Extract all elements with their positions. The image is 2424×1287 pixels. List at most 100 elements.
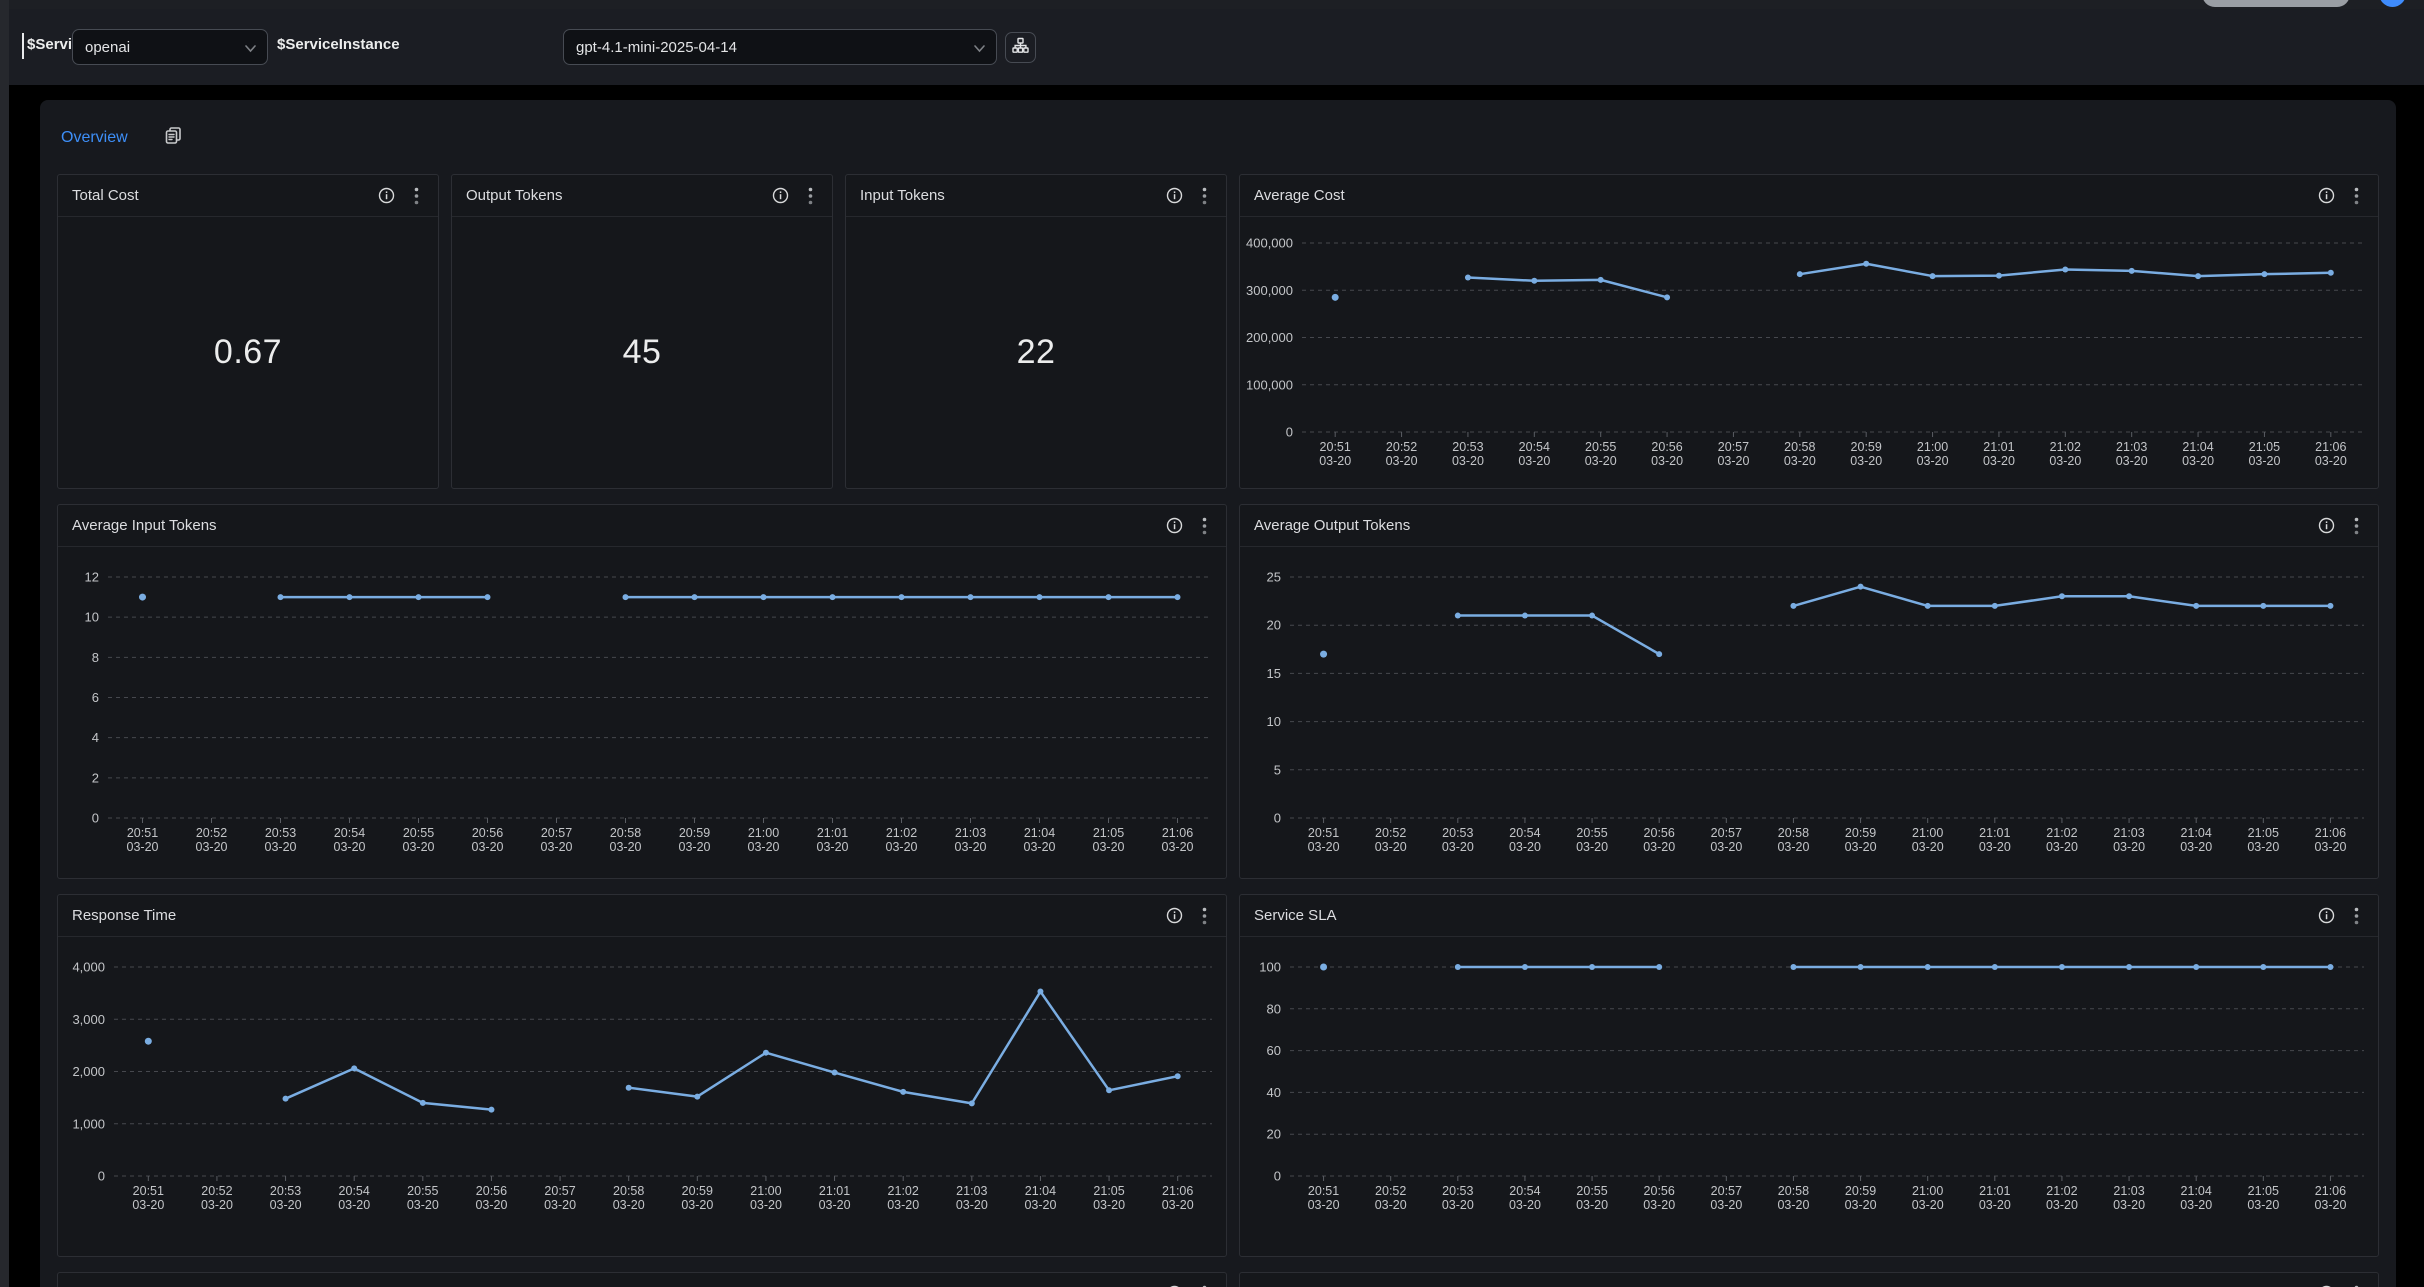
average-output-tokens-chart[interactable]: 252015105020:5103-2020:5203-2020:5303-20… (1240, 547, 2378, 878)
info-icon[interactable] (2316, 186, 2336, 206)
kebab-menu-icon[interactable] (406, 186, 426, 206)
stat-value: 0.67 (214, 333, 282, 372)
info-icon[interactable] (376, 186, 396, 206)
svg-text:20:57: 20:57 (1711, 1184, 1742, 1198)
svg-text:100,000: 100,000 (1246, 377, 1293, 392)
panel-title: Service SLA (1254, 907, 2316, 924)
svg-text:03-20: 03-20 (2247, 840, 2279, 854)
topology-button[interactable] (1005, 32, 1036, 63)
svg-text:20:51: 20:51 (1308, 826, 1339, 840)
svg-text:20:56: 20:56 (1644, 826, 1675, 840)
svg-text:03-20: 03-20 (127, 840, 159, 854)
average-input-tokens-chart[interactable]: 12108642020:5103-2020:5203-2020:5303-202… (58, 547, 1226, 878)
svg-text:21:02: 21:02 (2050, 440, 2081, 454)
svg-text:03-20: 03-20 (270, 1198, 302, 1212)
svg-text:03-20: 03-20 (338, 1198, 370, 1212)
kebab-menu-icon[interactable] (2346, 1284, 2366, 1287)
tab-overview[interactable]: Overview (61, 129, 128, 147)
kebab-menu-icon[interactable] (1194, 906, 1214, 926)
kebab-menu-icon[interactable] (1194, 1284, 1214, 1287)
info-icon[interactable] (1164, 186, 1184, 206)
svg-text:03-20: 03-20 (1979, 840, 2011, 854)
collapsed-sidebar[interactable] (0, 0, 9, 1287)
kebab-menu-icon[interactable] (800, 186, 820, 206)
breadcrumb-link-host[interactable]: Virtual GenAI Host (57, 0, 181, 4)
panel-header: Service SLA (1240, 895, 2378, 937)
info-icon[interactable] (1164, 1284, 1184, 1287)
svg-text:2,000: 2,000 (72, 1064, 105, 1079)
svg-text:03-20: 03-20 (132, 1198, 164, 1212)
svg-text:3,000: 3,000 (72, 1012, 105, 1027)
svg-text:20:59: 20:59 (1845, 826, 1876, 840)
svg-text:20:59: 20:59 (1851, 440, 1882, 454)
breadcrumb-link-provider[interactable]: Virtual GenAI Provider (214, 0, 363, 4)
panel-header: Average Input Tokens (58, 505, 1226, 547)
kebab-menu-icon[interactable] (2346, 516, 2366, 536)
kebab-menu-icon[interactable] (1194, 516, 1214, 536)
svg-text:21:03: 21:03 (955, 826, 986, 840)
info-icon[interactable] (2316, 516, 2336, 536)
info-icon[interactable] (2316, 906, 2336, 926)
panel-header: Average Cost (1240, 175, 2378, 217)
svg-text:0: 0 (1286, 425, 1293, 440)
info-icon[interactable] (770, 186, 790, 206)
svg-text:03-20: 03-20 (1710, 840, 1742, 854)
svg-text:21:05: 21:05 (1093, 826, 1124, 840)
response-time-chart[interactable]: 4,0003,0002,0001,000020:5103-2020:5203-2… (58, 937, 1226, 1256)
svg-text:03-20: 03-20 (2315, 454, 2347, 468)
kebab-menu-icon[interactable] (2346, 186, 2366, 206)
info-icon[interactable] (1164, 516, 1184, 536)
svg-text:2: 2 (92, 770, 99, 785)
svg-text:25: 25 (1267, 570, 1281, 585)
panel-calls-per-minute: Calls Per Minute (1239, 1272, 2379, 1287)
panel-average-cost: Average Cost 400,000300,000200,000100,00… (1239, 174, 2379, 489)
info-icon[interactable] (2316, 1284, 2336, 1287)
svg-text:03-20: 03-20 (1576, 1198, 1608, 1212)
dashboard-card: Overview Total Cost 0.67 (40, 100, 2396, 1287)
svg-text:03-20: 03-20 (886, 840, 918, 854)
average-cost-chart[interactable]: 400,000300,000200,000100,000020:5103-202… (1240, 217, 2378, 488)
svg-text:10: 10 (85, 610, 99, 625)
svg-text:4: 4 (92, 730, 99, 745)
svg-text:03-20: 03-20 (1845, 840, 1877, 854)
svg-text:12: 12 (85, 570, 99, 585)
svg-text:03-20: 03-20 (1442, 1198, 1474, 1212)
svg-text:03-20: 03-20 (1162, 1198, 1194, 1212)
svg-text:20:55: 20:55 (403, 826, 434, 840)
svg-text:21:05: 21:05 (2249, 440, 2280, 454)
svg-text:21:03: 21:03 (2113, 826, 2144, 840)
svg-text:21:04: 21:04 (2181, 1184, 2212, 1198)
navbar-avatar-button[interactable] (2379, 0, 2406, 7)
svg-text:03-20: 03-20 (2046, 1198, 2078, 1212)
service-sla-chart[interactable]: 10080604020020:5103-2020:5203-2020:5303-… (1240, 937, 2378, 1256)
info-icon[interactable] (1164, 906, 1184, 926)
svg-text:21:01: 21:01 (1983, 440, 2014, 454)
copy-dashboard-icon[interactable] (164, 126, 183, 150)
panel-input-tokens: Input Tokens 22 (845, 174, 1227, 489)
svg-text:03-20: 03-20 (1024, 840, 1056, 854)
kebab-menu-icon[interactable] (2346, 906, 2366, 926)
svg-text:20:58: 20:58 (1778, 1184, 1809, 1198)
svg-text:21:01: 21:01 (819, 1184, 850, 1198)
svg-text:5: 5 (1274, 762, 1281, 777)
breadcrumb-link-model[interactable]: Virtual GenAI Model (395, 0, 529, 4)
svg-text:21:04: 21:04 (2181, 826, 2212, 840)
svg-text:60: 60 (1267, 1043, 1281, 1058)
instance-select[interactable]: gpt-4.1-mini-2025-04-14 (563, 29, 997, 65)
service-select[interactable]: openai (72, 29, 268, 65)
svg-text:20:59: 20:59 (682, 1184, 713, 1198)
panel-header: Output Tokens (452, 175, 832, 217)
svg-text:03-20: 03-20 (472, 840, 504, 854)
svg-text:03-20: 03-20 (196, 840, 228, 854)
svg-text:20:59: 20:59 (1845, 1184, 1876, 1198)
svg-text:8: 8 (92, 650, 99, 665)
svg-text:20:58: 20:58 (1778, 826, 1809, 840)
kebab-menu-icon[interactable] (1194, 186, 1214, 206)
svg-text:03-20: 03-20 (544, 1198, 576, 1212)
svg-text:20:54: 20:54 (1519, 440, 1550, 454)
panel-body: 0.67 (58, 217, 438, 488)
svg-text:21:01: 21:01 (817, 826, 848, 840)
navbar-pill-button[interactable] (2202, 0, 2350, 7)
svg-text:03-20: 03-20 (2180, 1198, 2212, 1212)
svg-text:20:57: 20:57 (1718, 440, 1749, 454)
